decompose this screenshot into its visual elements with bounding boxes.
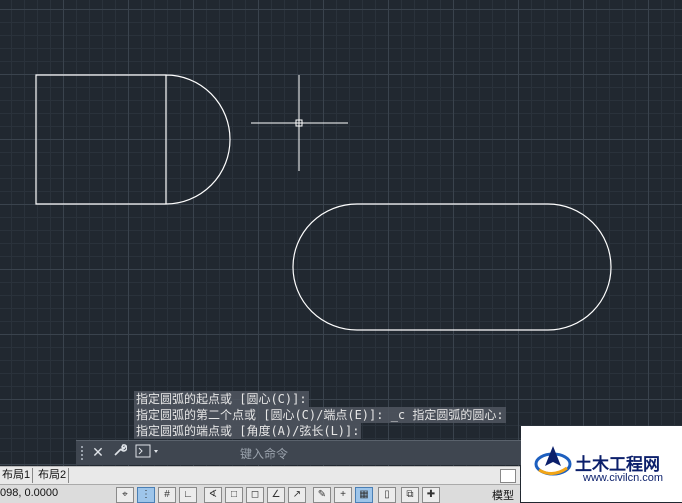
rectangle-with-arc (35, 74, 231, 205)
wrench-icon[interactable] (112, 443, 128, 463)
dynamic-ucs-icon[interactable]: ↗ (288, 487, 306, 503)
transparency-icon[interactable]: ▦ (355, 487, 373, 503)
command-input[interactable] (238, 443, 512, 465)
lineweight-icon[interactable]: + (334, 487, 352, 503)
close-icon[interactable]: ✕ (90, 443, 106, 463)
coordinate-readout: 098, 0.0000 (0, 487, 59, 499)
command-line: ✕ (76, 440, 522, 465)
3d-object-snap-icon[interactable]: ◻ (246, 487, 264, 503)
tab-layout1[interactable]: 布局1 (0, 468, 34, 483)
crosshair-cursor (251, 75, 348, 171)
layout-tab-bar: 布局1 布局2 (0, 466, 520, 484)
model-space-label[interactable]: 模型 (492, 487, 514, 503)
status-bar: 098, 0.0000 ⌖ ⋮ # ∟ ∢ □ ◻ ∠ ↗ ✎ + ▦ ▯ ⧉ … (0, 484, 520, 503)
object-snap-tracking-icon[interactable]: ∠ (267, 487, 285, 503)
dynamic-input-icon[interactable]: ✎ (313, 487, 331, 503)
watermark-url: www.civilcn.com (583, 472, 664, 484)
snap-mode-icon[interactable]: ⋮ (137, 487, 155, 503)
drag-handle[interactable] (81, 446, 87, 460)
globe-logo-icon (534, 446, 572, 476)
command-prompt-icon[interactable] (134, 443, 162, 463)
history-line: 指定圆弧的起点或 [圆心(C)]: (134, 391, 309, 407)
history-line: 指定圆弧的端点或 [角度(A)/弦长(L)]: (134, 423, 362, 439)
history-line: 指定圆弧的第二个点或 [圆心(C)/端点(E)]: _c 指定圆弧的圆心: (134, 407, 506, 423)
polar-tracking-icon[interactable]: ∢ (204, 487, 222, 503)
tab-layout2[interactable]: 布局2 (36, 468, 70, 483)
ortho-mode-icon[interactable]: ∟ (179, 487, 197, 503)
grid-display-icon[interactable]: # (158, 487, 176, 503)
annotation-monitor-icon[interactable]: ✚ (422, 487, 440, 503)
watermark-logo: 土木工程网 www.civilcn.com (521, 426, 682, 502)
object-snap-icon[interactable]: □ (225, 487, 243, 503)
tab-scroll-box[interactable] (500, 469, 516, 483)
slot-shape (292, 203, 612, 331)
quick-properties-icon[interactable]: ▯ (378, 487, 396, 503)
command-history: 指定圆弧的起点或 [圆心(C)]: 指定圆弧的第二个点或 [圆心(C)/端点(E… (134, 391, 524, 439)
selection-cycling-icon[interactable]: ⧉ (401, 487, 419, 503)
infer-constraints-icon[interactable]: ⌖ (116, 487, 134, 503)
